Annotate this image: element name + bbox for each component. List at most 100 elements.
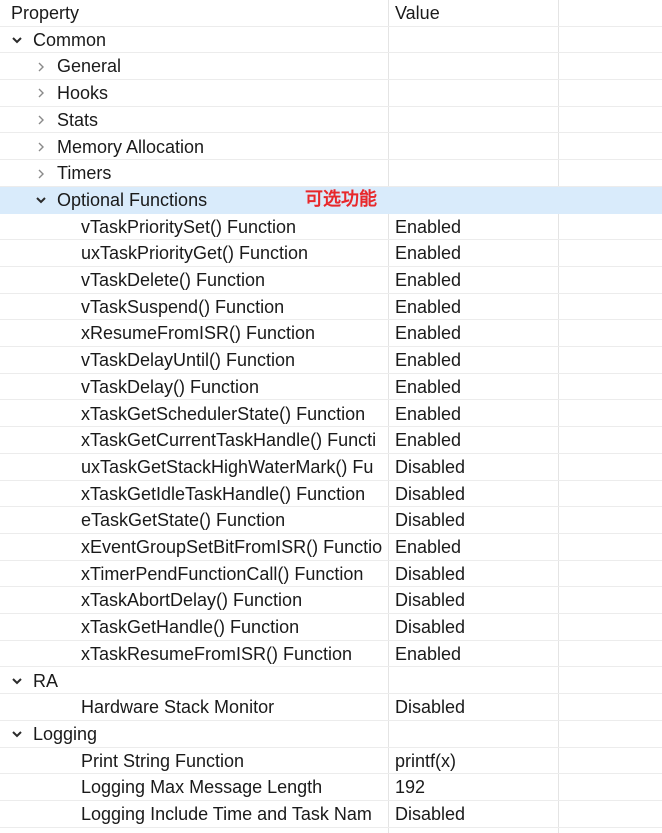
table-row[interactable]: vTaskPrioritySet() Function Enabled: [0, 214, 662, 241]
table-row[interactable]: xTaskGetIdleTaskHandle() Function Disable…: [0, 481, 662, 508]
property-value: [395, 27, 555, 54]
property-label: vTaskDelete() Function: [81, 270, 266, 290]
chevron-right-icon[interactable]: [34, 107, 48, 134]
property-value[interactable]: Enabled: [395, 641, 555, 668]
table-row[interactable]: Stats: [0, 107, 662, 134]
property-label: vTaskSuspend() Function: [81, 296, 285, 317]
table-row[interactable]: xTaskGetHandle() Function Disabled: [0, 614, 662, 641]
table-row[interactable]: uxTaskGetStackHighWaterMark() Fu Disabled: [0, 454, 662, 481]
property-label: xResumeFromISR() Function: [81, 323, 316, 344]
property-value[interactable]: Enabled: [395, 214, 555, 241]
header-value[interactable]: Value: [395, 0, 555, 27]
table-row[interactable]: Optional Functions 可选功能: [0, 186, 662, 214]
property-label: Logging: [33, 723, 98, 744]
property-value[interactable]: Enabled: [395, 374, 555, 401]
table-row[interactable]: RA: [0, 668, 662, 695]
property-label: xTaskResumeFromISR() Function: [81, 643, 353, 664]
property-value[interactable]: Enabled: [395, 320, 555, 347]
property-value: [395, 187, 555, 214]
table-row[interactable]: Hardware Stack Monitor Disabled: [0, 694, 662, 721]
header-property[interactable]: Property: [11, 0, 399, 27]
table-row[interactable]: vTaskDelay() Function Enabled: [0, 374, 662, 401]
property-label: uxTaskPriorityGet() Function: [81, 243, 309, 264]
property-label: Hooks: [57, 83, 109, 104]
property-value[interactable]: Enabled: [395, 294, 555, 321]
chevron-down-icon[interactable]: [10, 668, 24, 695]
property-value[interactable]: Enabled: [395, 427, 555, 454]
chevron-right-icon[interactable]: [34, 160, 48, 187]
chevron-down-icon[interactable]: [10, 27, 24, 54]
property-label: Stats: [57, 109, 99, 130]
chevron-right-icon[interactable]: [34, 134, 48, 161]
property-label: vTaskDelayUntil() Function: [81, 350, 296, 371]
table-row[interactable]: xTaskGetSchedulerState() Function Enabled: [0, 401, 662, 428]
property-value: [395, 134, 555, 161]
table-row[interactable]: xResumeFromISR() Function Enabled: [0, 320, 662, 348]
property-label: Logging Include Time and Task Nam: [81, 804, 372, 824]
chevron-right-icon[interactable]: [34, 80, 48, 107]
property-label: xTimerPendFunctionCall() Function: [81, 563, 364, 584]
table-row[interactable]: Hooks: [0, 80, 662, 107]
property-value: [395, 668, 555, 695]
property-label: eTaskGetState() Function: [81, 510, 286, 531]
property-value[interactable]: Disabled: [395, 614, 555, 641]
table-row[interactable]: Logging Max Message Length 192: [0, 774, 662, 801]
property-label: Memory Allocation: [57, 136, 205, 157]
property-value[interactable]: Enabled: [395, 267, 555, 294]
table-row[interactable]: xTaskResumeFromISR() Function Enabled: [0, 641, 662, 668]
table-row[interactable]: Print String Function printf(x): [0, 748, 662, 775]
property-label: xEventGroupSetBitFromISR() Functio: [81, 537, 383, 557]
property-label: RA: [33, 670, 59, 691]
property-label: xTaskGetCurrentTaskHandle() Functi: [81, 430, 377, 451]
property-value[interactable]: Enabled: [395, 240, 555, 267]
table-row[interactable]: xTaskGetCurrentTaskHandle() Functi Enable…: [0, 427, 662, 454]
table-row[interactable]: vTaskSuspend() Function Enabled: [0, 294, 662, 321]
table-row[interactable]: xEventGroupSetBitFromISR() Functio Enable…: [0, 534, 662, 561]
table-row[interactable]: xTimerPendFunctionCall() Function Disable…: [0, 561, 662, 588]
property-label: General: [57, 56, 122, 77]
table-row[interactable]: General: [0, 53, 662, 81]
property-value: [395, 53, 555, 80]
table-row[interactable]: Logging: [0, 721, 662, 748]
table-row[interactable]: eTaskGetState() Function Disabled: [0, 507, 662, 534]
property-label: xTaskAbortDelay() Function: [81, 590, 303, 611]
chevron-right-icon[interactable]: [34, 53, 48, 80]
property-value[interactable]: 192: [395, 774, 555, 801]
table-row[interactable]: Logging Include Time and Task Nam Disable…: [0, 801, 662, 828]
property-value[interactable]: Disabled: [395, 507, 555, 534]
property-value: [395, 107, 555, 134]
property-value[interactable]: Disabled: [395, 694, 555, 721]
property-value: [395, 721, 555, 748]
property-label: uxTaskGetStackHighWaterMark() Fu: [81, 456, 374, 477]
table-row[interactable]: Memory Allocation: [0, 134, 662, 161]
property-label: xTaskGetIdleTaskHandle() Function: [81, 483, 366, 504]
property-label: Print String Function: [81, 750, 245, 771]
table-row[interactable]: uxTaskPriorityGet() Function Enabled: [0, 240, 662, 267]
property-value[interactable]: Disabled: [395, 454, 555, 481]
chevron-down-icon[interactable]: [10, 721, 24, 748]
table-row[interactable]: Timers: [0, 160, 662, 187]
property-value[interactable]: Disabled: [395, 561, 555, 588]
property-label: Timers: [57, 163, 112, 184]
property-value[interactable]: Disabled: [395, 481, 555, 508]
property-value[interactable]: Enabled: [395, 534, 555, 561]
property-value: [395, 160, 555, 187]
table-row[interactable]: xTaskAbortDelay() Function Disabled: [0, 587, 662, 615]
property-value: [395, 80, 555, 107]
property-label: vTaskPrioritySet() Function: [81, 216, 297, 237]
table-row[interactable]: vTaskDelayUntil() Function Enabled: [0, 347, 662, 374]
property-label: Logging Max Message Length: [81, 777, 323, 798]
property-value[interactable]: Enabled: [395, 401, 555, 428]
property-label: Hardware Stack Monitor: [81, 697, 275, 718]
property-value[interactable]: Enabled: [395, 347, 555, 374]
property-value[interactable]: printf(x): [395, 748, 555, 775]
property-value[interactable]: Disabled: [395, 587, 555, 614]
property-label: vTaskDelay() Function: [81, 376, 260, 397]
property-label: Common: [33, 29, 107, 50]
table-row[interactable]: Common: [0, 27, 662, 54]
chevron-down-icon[interactable]: [34, 187, 48, 214]
property-label: xTaskGetSchedulerState() Function: [81, 403, 366, 424]
table-row[interactable]: vTaskDelete() Function Enabled: [0, 267, 662, 294]
property-value[interactable]: Disabled: [395, 801, 555, 828]
property-table: Property Value Common General Hooks Stats Me…: [0, 0, 662, 833]
